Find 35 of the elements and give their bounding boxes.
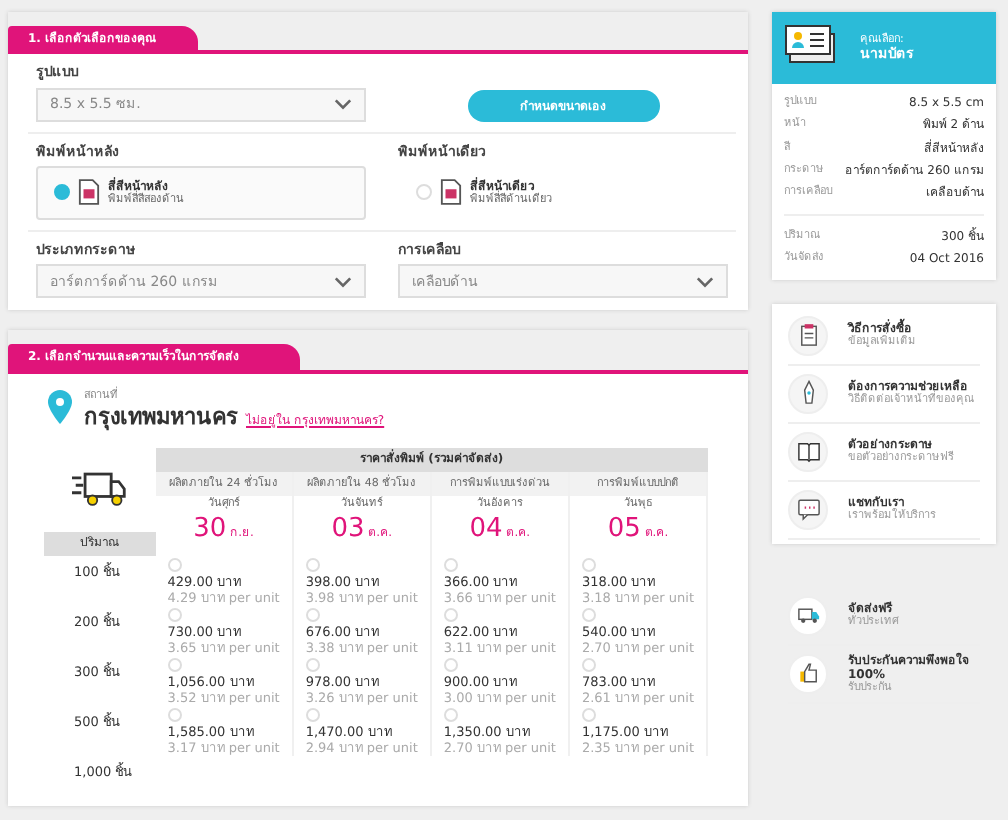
chevron-down-icon (334, 275, 352, 288)
radio-button[interactable] (54, 184, 70, 201)
delivery-day: 04 (469, 514, 503, 545)
radio-button[interactable] (443, 657, 458, 672)
radio-button[interactable] (581, 557, 596, 572)
book-icon (795, 438, 821, 464)
location-pin-icon (48, 389, 72, 424)
radio-button[interactable] (305, 707, 320, 722)
document-icon (440, 178, 462, 207)
location-name: กรุงเทพมหานคร (84, 403, 238, 431)
delivery-truck-icon (71, 468, 128, 511)
radio-button[interactable] (305, 557, 320, 572)
radio-button[interactable] (443, 557, 458, 572)
chat-bubble-icon (795, 496, 821, 522)
chevron-down-icon (334, 98, 352, 111)
radio-button[interactable] (167, 557, 182, 572)
radio-button[interactable] (416, 184, 432, 201)
delivery-day: 05 (607, 514, 641, 545)
delivery-day: 03 (331, 514, 365, 545)
radio-button[interactable] (581, 707, 596, 722)
radio-button[interactable] (305, 607, 320, 622)
radio-button[interactable] (305, 657, 320, 672)
radio-button[interactable] (443, 607, 458, 622)
radio-button[interactable] (581, 657, 596, 672)
delivery-day: 30 (193, 514, 227, 545)
radio-button[interactable] (167, 607, 182, 622)
document-icon (78, 178, 100, 207)
business-card-icon (784, 24, 836, 64)
clipboard-icon (795, 322, 821, 348)
radio-button[interactable] (581, 607, 596, 622)
thumbs-up-icon (795, 660, 821, 687)
radio-button[interactable] (167, 657, 182, 672)
radio-button[interactable] (443, 707, 458, 722)
radio-button[interactable] (167, 707, 182, 722)
chevron-down-icon (696, 275, 714, 288)
